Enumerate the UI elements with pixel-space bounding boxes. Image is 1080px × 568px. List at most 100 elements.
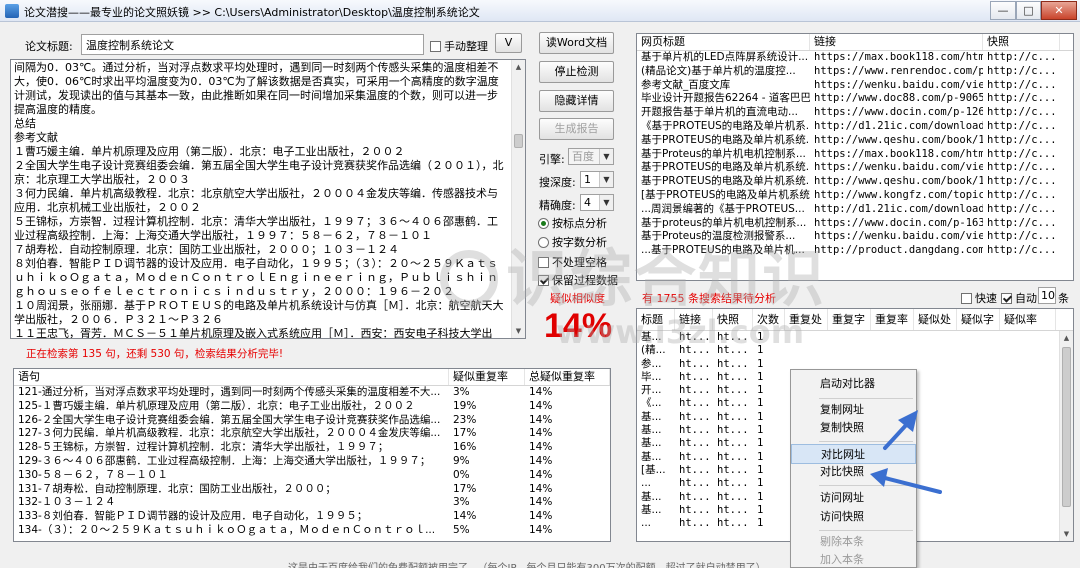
precision-select[interactable]: 4 ▼ [580, 194, 614, 211]
menu-copy-snapshot[interactable]: 复制快照 [791, 418, 916, 438]
col-web-link[interactable]: 链接 [810, 34, 983, 50]
web-result-row[interactable]: 开题报告基于单片机的直流电动... https://www.docin.com/p… [637, 106, 1073, 120]
scroll-up-icon[interactable]: ▲ [512, 60, 525, 74]
minimize-button[interactable]: — [990, 1, 1016, 20]
menu-visit-url[interactable]: 访问网址 [791, 488, 916, 508]
radio-by-chars[interactable]: 按字数分析 [538, 234, 607, 250]
col-repeat-chars[interactable]: 重复字 [828, 309, 871, 330]
sentence-row[interactable]: 121-通过分析，当对浮点数求平均处理时，遇到同一时刻两个传感头采集的温度相差不… [14, 386, 610, 400]
maximize-button[interactable]: □ [1016, 1, 1041, 20]
total-rate-cell: 14% [529, 482, 553, 495]
web-result-list[interactable]: 网页标题 链接 快照 基于单片机的LED点阵屏系统设计... https://ma… [636, 33, 1074, 281]
no-space-checkbox[interactable]: 不处理空格 [538, 254, 607, 270]
menu-visit-snapshot[interactable]: 访问快照 [791, 507, 916, 527]
fast-checkbox[interactable]: 快速 [961, 290, 997, 306]
menu-copy-url[interactable]: 复制网址 [791, 400, 916, 420]
detail-row[interactable]: (精... ht... ht... 1 [637, 344, 1073, 357]
web-result-row[interactable]: 基于Proteus的温度检测报警系... https://wenku.baidu.… [637, 230, 1073, 244]
article-scrollbar[interactable]: ▲ ▼ [511, 60, 525, 338]
col-snapshot[interactable]: 快照 [713, 309, 753, 330]
col-link[interactable]: 链接 [675, 309, 713, 330]
scroll-down-icon[interactable]: ▼ [512, 324, 525, 338]
engine-select[interactable]: 百度 ▼ [568, 148, 614, 165]
checkbox-icon [961, 293, 972, 304]
menu-compare-snapshot[interactable]: 对比快照 [791, 462, 916, 482]
web-link-cell: https://www.docin.com/p-1630... [814, 216, 983, 229]
web-result-row[interactable]: 《基于PROTEUS的电路及单片机系... http://d1.21ic.com/… [637, 120, 1073, 134]
read-word-button[interactable]: 读Word文档 [539, 32, 614, 54]
auto-unit: 条 [1058, 292, 1069, 305]
scroll-up-icon[interactable]: ▲ [1060, 331, 1073, 345]
hide-detail-button[interactable]: 隐藏详情 [539, 90, 614, 112]
total-rate-cell: 14% [529, 523, 553, 536]
col-suspect-rate[interactable]: 疑似率 [1000, 309, 1056, 330]
radio-by-punctuation-label: 按标点分析 [552, 217, 607, 230]
close-button[interactable]: ✕ [1041, 1, 1077, 20]
auto-checkbox[interactable]: 自动 [1001, 290, 1037, 306]
web-result-row[interactable]: 参考文献_百度文库 https://wenku.baidu.com/view...… [637, 79, 1073, 93]
generate-report-button[interactable]: 生成报告 [539, 118, 614, 140]
menu-add-item[interactable]: 加入本条 [791, 550, 916, 568]
web-result-row[interactable]: 基于PROTEUS的电路及单片机系统... https://wenku.baidu… [637, 161, 1073, 175]
scroll-thumb[interactable] [1062, 347, 1071, 507]
sentence-row[interactable]: 127-３何力民编．单片机高级教程．北京：北京航空大学出版社，２０００４金发庆等… [14, 427, 610, 441]
menu-delete-item[interactable]: 剔除本条 [791, 532, 916, 552]
web-result-row[interactable]: ...基于PROTEUS的电路及单片机... http://product.dan… [637, 244, 1073, 258]
col-suspect-places[interactable]: 疑似处 [914, 309, 957, 330]
title-input[interactable]: 温度控制系统论文 [81, 34, 424, 55]
col-repeat-rate[interactable]: 疑似重复率 [449, 369, 525, 385]
auto-count-input[interactable]: 10 [1038, 287, 1056, 304]
col-web-snapshot[interactable]: 快照 [983, 34, 1060, 50]
sentence-row[interactable]: 130-５８－６２，７８－１０１ 0% 14% [14, 469, 610, 483]
web-link-cell: http://www.qeshu.com/book/1... [814, 133, 983, 146]
repeat-rate-cell: 3% [453, 496, 470, 509]
sentence-row[interactable]: 129-３６～４０６邵惠鹤．工业过程高级控制．上海：上海交通大学出版社，１９９７… [14, 455, 610, 469]
manual-checkbox[interactable]: 手动整理 [430, 38, 488, 54]
stop-button[interactable]: 停止检测 [539, 61, 614, 83]
web-result-row[interactable]: 基于PROTEUS的电路及单片机系统... http://www.qeshu.co… [637, 175, 1073, 189]
web-result-row[interactable]: 基于PROTEUS的电路及单片机系统... http://www.qeshu.co… [637, 134, 1073, 148]
col-title[interactable]: 标题 [637, 309, 675, 330]
menu-start-compare[interactable]: 启动对比器 [791, 374, 916, 394]
v-button[interactable]: V [495, 33, 522, 53]
menu-compare-url[interactable]: 对比网址 [791, 444, 916, 464]
scroll-down-icon[interactable]: ▼ [1060, 527, 1073, 541]
web-link-cell: http://d1.21ic.com/download/... [814, 202, 983, 215]
col-repeat-places[interactable]: 重复处 [785, 309, 828, 330]
keep-data-checkbox[interactable]: 保留过程数据 [538, 272, 618, 288]
web-result-row[interactable]: (精品论文)基于单片机的温度控... https://www.renrendoc.… [637, 65, 1073, 79]
radio-by-punctuation[interactable]: 按标点分析 [538, 215, 607, 231]
detail-row[interactable]: 基... ht... ht... 1 [637, 331, 1073, 344]
detail-link-cell: ht... [679, 490, 711, 503]
web-result-row[interactable]: 基于单片机的LED点阵屏系统设计... https://max.book118.c… [637, 51, 1073, 65]
web-result-row[interactable]: [基于PROTEUS的电路及单片机系统... http://www.kongfz.… [637, 189, 1073, 203]
web-link-cell: https://wenku.baidu.com/view... [814, 161, 983, 174]
sentence-row[interactable]: 125-１曹巧媛主编．单片机原理及应用（第二版）．北京：电子工业出版社，２００２… [14, 400, 610, 414]
col-repeat-rate[interactable]: 重复率 [871, 309, 914, 330]
article-line: ３何力民编．单片机高级教程．北京：北京航空大学出版社，２０００４金发庆等编．传感… [14, 187, 498, 214]
auto-label: 自动 [1015, 292, 1037, 305]
sentence-row[interactable]: 134-（３）：２０～２５９ＫａｔｓｕｈｉｋｏＯｇａｔａ，ＭｏｄｅｎＣｏｎｔｒｏ… [14, 524, 610, 538]
depth-select[interactable]: 1 ▼ [580, 171, 614, 188]
article-panel[interactable]: 间隔为0．03℃。通过分析，当对浮点数求平均处理时，遇到同一时刻两个传感头采集的… [10, 59, 526, 339]
sentence-row[interactable]: 132-１０３－１２４ 3% 14% [14, 496, 610, 510]
web-result-row[interactable]: ...周润景编著的《基于PROTEUS... http://d1.21ic.com… [637, 203, 1073, 217]
article-line: 总结 [14, 117, 36, 130]
sentence-row[interactable]: 133-８刘伯春．智能ＰＩＤ调节器的设计及应用．电子自动化，１９９５； 14% 14… [14, 510, 610, 524]
sentence-row[interactable]: 131-７胡寿松．自动控制原理．北京：国防工业出版社，２０００； 17% 14% [14, 483, 610, 497]
sentence-row[interactable]: 128-５王锦标，方崇智．过程计算机控制．北京：清华大学出版社，１９９７； 16%… [14, 441, 610, 455]
web-result-row[interactable]: 毕业设计开题报告62264 - 道客巴巴 http://www.doc88.com… [637, 92, 1073, 106]
detail-scrollbar[interactable]: ▲ ▼ [1059, 331, 1073, 541]
col-sentence[interactable]: 语句 [14, 369, 449, 385]
web-result-row[interactable]: 基于Proteus的单片机电机控制系... https://max.book118… [637, 148, 1073, 162]
sentence-list[interactable]: 语句 疑似重复率 总疑似重复率 121-通过分析，当对浮点数求平均处理时，遇到同… [13, 368, 611, 542]
col-total-rate[interactable]: 总疑似重复率 [525, 369, 610, 385]
col-web-title[interactable]: 网页标题 [637, 34, 810, 50]
detail-link-cell: ht... [679, 437, 711, 450]
web-result-row[interactable]: 基于proteus的单片机电机控制系... https://www.docin.c… [637, 217, 1073, 231]
col-suspect-chars[interactable]: 疑似字 [957, 309, 1000, 330]
col-count[interactable]: 次数 [753, 309, 785, 330]
checkbox-checked-icon [538, 275, 549, 286]
scroll-thumb[interactable] [514, 134, 523, 148]
sentence-row[interactable]: 126-２全国大学生电子设计竞赛组委会编．第五届全国大学生电子设计竞赛获奖作品选… [14, 414, 610, 428]
